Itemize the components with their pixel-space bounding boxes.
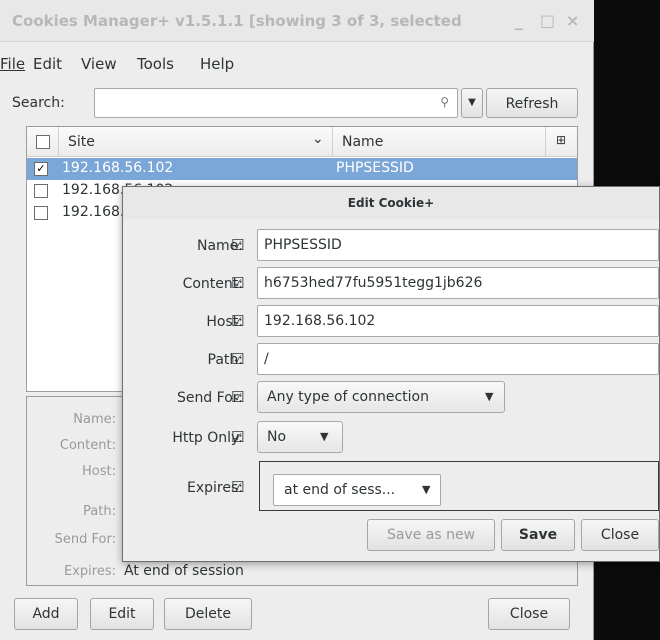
save-as-new-button[interactable]: Save as new [367, 519, 495, 551]
menu-help[interactable]: Help [200, 55, 234, 73]
dialog-close-button[interactable]: Close [581, 519, 659, 551]
name-field[interactable]: PHPSESSID [257, 229, 659, 261]
row-checkbox-2[interactable] [34, 184, 48, 198]
sendfor-checkbox[interactable]: ☑ [231, 388, 244, 406]
search-input[interactable]: ⚲ [94, 88, 458, 118]
refresh-button[interactable]: Refresh [486, 88, 578, 118]
search-label: Search: [12, 95, 65, 111]
dropdown-arrow-icon: ▼ [320, 430, 329, 443]
menu-view-label: View [81, 55, 117, 73]
httponly-value: No [267, 429, 287, 445]
menu-edit[interactable]: Edit [33, 55, 62, 73]
host-field[interactable]: 192.168.56.102 [257, 305, 659, 337]
content-checkbox[interactable]: ☑ [231, 274, 244, 292]
path-checkbox[interactable]: ☑ [231, 350, 244, 368]
edit-button[interactable]: Edit [90, 598, 154, 630]
column-divider [332, 127, 333, 157]
detail-sendfor-label: Send For: [54, 532, 116, 547]
menu-file-label: File [0, 55, 26, 73]
expires-checkbox[interactable]: ☑ [231, 478, 244, 496]
detail-name-label: Name: [73, 412, 116, 427]
search-dropdown-button[interactable]: ▼ [461, 88, 483, 118]
column-site[interactable]: Site [68, 134, 95, 150]
detail-path-label: Path: [83, 504, 116, 519]
content-label: Content: [182, 276, 243, 292]
row-checkbox-1[interactable]: ✓ [34, 162, 48, 176]
host-label: Host: [206, 314, 243, 330]
name-checkbox[interactable]: ☑ [231, 236, 244, 254]
column-picker-icon[interactable]: ⊞ [556, 133, 566, 147]
save-button[interactable]: Save [501, 519, 575, 551]
search-icon: ⚲ [440, 95, 449, 109]
chevron-down-icon[interactable]: ⌄ [312, 131, 324, 147]
httponly-dropdown[interactable]: No ▼ [257, 421, 343, 453]
column-divider [58, 127, 59, 157]
sendfor-dropdown[interactable]: Any type of connection ▼ [257, 381, 505, 413]
maximize-button[interactable]: □ [540, 11, 555, 30]
window-title: Cookies Manager+ v1.5.1.1 [showing 3 of … [12, 12, 462, 30]
table-row-1-name[interactable]: PHPSESSID [336, 160, 414, 176]
menu-edit-label: Edit [33, 55, 63, 73]
name-label: Name: [196, 238, 243, 254]
table-row-1-site[interactable]: 192.168.56.102 [62, 160, 173, 176]
minimize-button[interactable]: _ [515, 11, 523, 30]
expires-value: at end of sess... [284, 482, 396, 498]
table-header [27, 127, 577, 157]
expires-label: Expires: [187, 480, 243, 496]
sendfor-value: Any type of connection [267, 389, 429, 405]
httponly-checkbox[interactable]: ☑ [231, 428, 244, 446]
dropdown-arrow-icon: ▼ [485, 390, 494, 403]
path-field[interactable]: / [257, 343, 659, 375]
sendfor-label: Send For: [176, 390, 243, 406]
close-window-button[interactable]: × [566, 11, 579, 30]
menu-view[interactable]: View [81, 55, 117, 73]
dropdown-arrow-icon: ▼ [422, 483, 431, 496]
edit-cookie-dialog: Edit Cookie+ Name: ☑ PHPSESSID Content: … [122, 186, 660, 562]
httponly-label: Http Only: [172, 430, 243, 446]
select-all-checkbox[interactable] [36, 135, 50, 149]
path-label: Path: [207, 352, 243, 368]
host-checkbox[interactable]: ☑ [231, 312, 244, 330]
menu-tools[interactable]: Tools [137, 55, 174, 73]
column-divider [545, 127, 546, 157]
content-field[interactable]: h6753hed77fu5951tegg1jb626 [257, 267, 659, 299]
detail-expires-label: Expires: [64, 564, 116, 579]
detail-expires-value: At end of session [124, 563, 244, 579]
menu-help-label: Help [200, 55, 235, 73]
row-checkbox-3[interactable] [34, 206, 48, 220]
detail-content-label: Content: [59, 438, 116, 453]
menu-file[interactable]: File [0, 55, 25, 73]
delete-button[interactable]: Delete [164, 598, 252, 630]
close-button[interactable]: Close [488, 598, 570, 630]
dropdown-arrow-icon: ▼ [468, 97, 476, 108]
dialog-title: Edit Cookie+ [123, 187, 659, 219]
detail-host-label: Host: [82, 464, 116, 479]
expires-dropdown[interactable]: at end of sess... ▼ [273, 474, 441, 506]
column-name[interactable]: Name [342, 134, 383, 150]
menu-tools-label: Tools [137, 55, 174, 73]
add-button[interactable]: Add [14, 598, 78, 630]
